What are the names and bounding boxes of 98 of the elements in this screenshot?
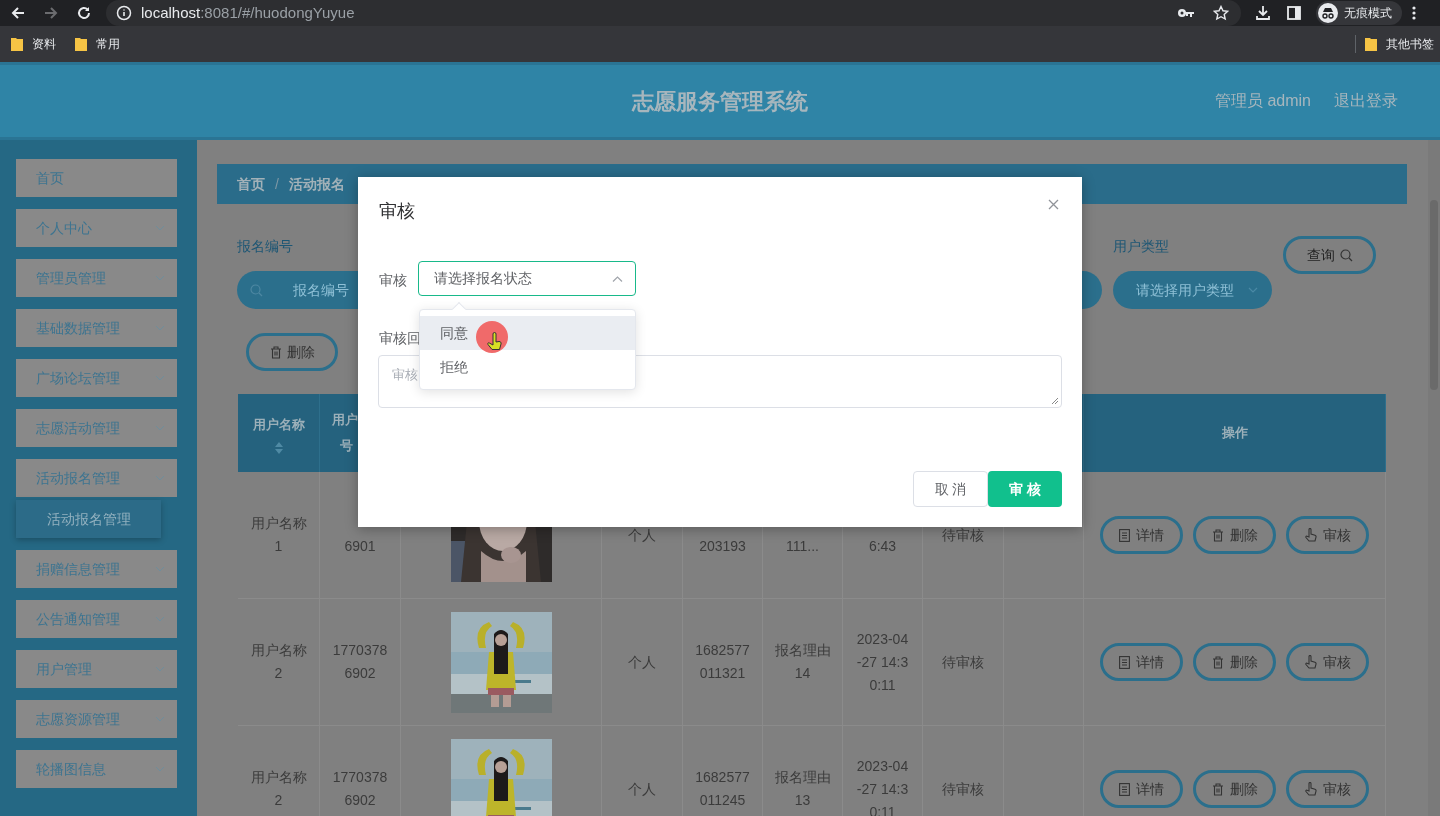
chevron-icon	[155, 325, 165, 331]
table-cell-text: 待审核	[941, 779, 985, 799]
table-cell-text: 1682577011321	[695, 641, 750, 683]
field-label: 报名编号	[237, 237, 294, 256]
table-cell-text: 6901	[343, 537, 377, 556]
document-icon	[1119, 782, 1130, 796]
logout-link[interactable]: 退出登录	[1334, 89, 1398, 113]
folder-icon	[75, 37, 87, 51]
reload-icon[interactable]	[76, 5, 92, 21]
star-icon[interactable]	[1213, 5, 1229, 21]
table-cell-text: 报名理由13	[773, 768, 832, 810]
hand-icon	[1304, 655, 1317, 669]
table-cell-text: 2023-04-27 14:30:11	[855, 756, 910, 816]
field-label: 审核回	[379, 329, 421, 348]
details-button[interactable]: 详情	[1100, 770, 1183, 808]
dropdown-option[interactable]: 拒绝	[420, 350, 635, 384]
app-title: 志愿服务管理系统	[632, 87, 808, 116]
delete-button[interactable]: 删除	[246, 333, 338, 371]
breadcrumb-item[interactable]: 首页	[237, 173, 265, 195]
table-cell-text: 111...	[785, 537, 820, 556]
chevron-icon	[155, 475, 165, 481]
trash-icon	[269, 345, 282, 359]
table-cell-text: 203193	[698, 537, 747, 556]
review-button[interactable]: 审核	[1286, 516, 1369, 554]
column-header[interactable]: 操作	[1084, 394, 1386, 472]
table-cell-text: 个人	[627, 779, 657, 799]
hand-icon	[1304, 528, 1317, 542]
table-cell-text: 个人	[627, 652, 657, 672]
trash-icon	[1211, 528, 1224, 542]
folder-icon	[11, 37, 23, 51]
bookmark[interactable]: 常用	[96, 35, 120, 53]
breadcrumb-separator: /	[275, 174, 279, 194]
dialog-title: 审核	[379, 200, 415, 223]
url-text: localhost:8081/#/huodongYuyue	[141, 2, 355, 23]
sidebar-item[interactable]: 志愿资源管理	[16, 700, 177, 738]
chevron-icon	[155, 375, 165, 381]
status-select[interactable]: 请选择报名状态	[418, 261, 636, 296]
table-cell-text: 报名理由14	[773, 641, 832, 683]
chevron-icon	[612, 275, 623, 282]
user-label: 管理员 admin	[1214, 91, 1311, 111]
profile-button[interactable]: 无痕模式	[1316, 1, 1402, 25]
chevron-icon	[155, 425, 165, 431]
field-label: 审核	[379, 271, 407, 290]
field-label: 用户类型	[1113, 237, 1170, 256]
bookmark[interactable]: 资料	[32, 35, 56, 53]
document-icon	[1119, 655, 1130, 669]
folder-icon	[1365, 37, 1377, 51]
menu-icon[interactable]	[1412, 6, 1416, 20]
search-icon	[250, 283, 263, 297]
table-cell-text: 17703786902	[332, 641, 388, 683]
back-icon[interactable]	[10, 5, 26, 21]
query-button[interactable]: 查询	[1283, 236, 1376, 274]
table-cell-text: 用户名称1	[249, 514, 308, 556]
table-cell-text: 待审核	[941, 525, 985, 545]
hand-icon	[1304, 782, 1317, 796]
chevron-icon	[155, 566, 165, 572]
delete-button[interactable]: 删除	[1193, 770, 1276, 808]
table-cell-text: 待审核	[941, 652, 985, 672]
key-icon[interactable]	[1177, 7, 1195, 19]
download-icon[interactable]	[1255, 5, 1271, 21]
document-icon	[1119, 528, 1130, 542]
table-cell-text: 6:43	[867, 537, 898, 556]
table-cell-text: 17703786902	[332, 768, 388, 810]
search-icon	[1339, 248, 1353, 262]
trash-icon	[1211, 655, 1224, 669]
table-cell-text: 用户名称2	[249, 768, 308, 810]
select-field[interactable]: 请选择用户类型	[1113, 271, 1272, 309]
review-button[interactable]: 审核	[1286, 643, 1369, 681]
trash-icon	[1211, 782, 1224, 796]
column-header[interactable]: 用户名称	[238, 394, 320, 472]
dropdown-option[interactable]: 同意	[420, 316, 635, 350]
delete-button[interactable]: 删除	[1193, 516, 1276, 554]
sidebar-icon[interactable]	[1286, 5, 1302, 21]
chevron-icon	[1248, 287, 1258, 293]
resize-handle-icon[interactable]	[1051, 397, 1059, 405]
sidebar-item[interactable]: 志愿活动管理	[16, 409, 177, 447]
table-cell-text: 个人	[627, 525, 657, 545]
review-button[interactable]: 审核	[1286, 770, 1369, 808]
table-cell-text: 1682577011245	[695, 768, 750, 810]
address-bar[interactable]: localhost:8081/#/huodongYuyue	[106, 0, 1241, 26]
close-icon[interactable]	[1048, 199, 1059, 210]
chevron-icon	[155, 716, 165, 722]
bookmark[interactable]: 其他书签	[1386, 35, 1434, 53]
info-icon[interactable]	[116, 5, 132, 21]
delete-button[interactable]: 删除	[1193, 643, 1276, 681]
table-cell-text: 2023-04-27 14:30:11	[855, 629, 910, 695]
chevron-icon	[155, 666, 165, 672]
breadcrumb-item[interactable]: 活动报名	[288, 173, 345, 195]
chevron-icon	[155, 275, 165, 281]
chevron-icon	[155, 766, 165, 772]
details-button[interactable]: 详情	[1100, 643, 1183, 681]
details-button[interactable]: 详情	[1100, 516, 1183, 554]
submenu-item[interactable]: 活动报名管理	[16, 500, 161, 538]
confirm-button[interactable]: 审 核	[988, 471, 1062, 507]
chevron-icon	[155, 225, 165, 231]
chevron-icon	[155, 616, 165, 622]
table-cell-text: 用户名称2	[249, 641, 308, 683]
incognito-icon	[1318, 3, 1338, 23]
